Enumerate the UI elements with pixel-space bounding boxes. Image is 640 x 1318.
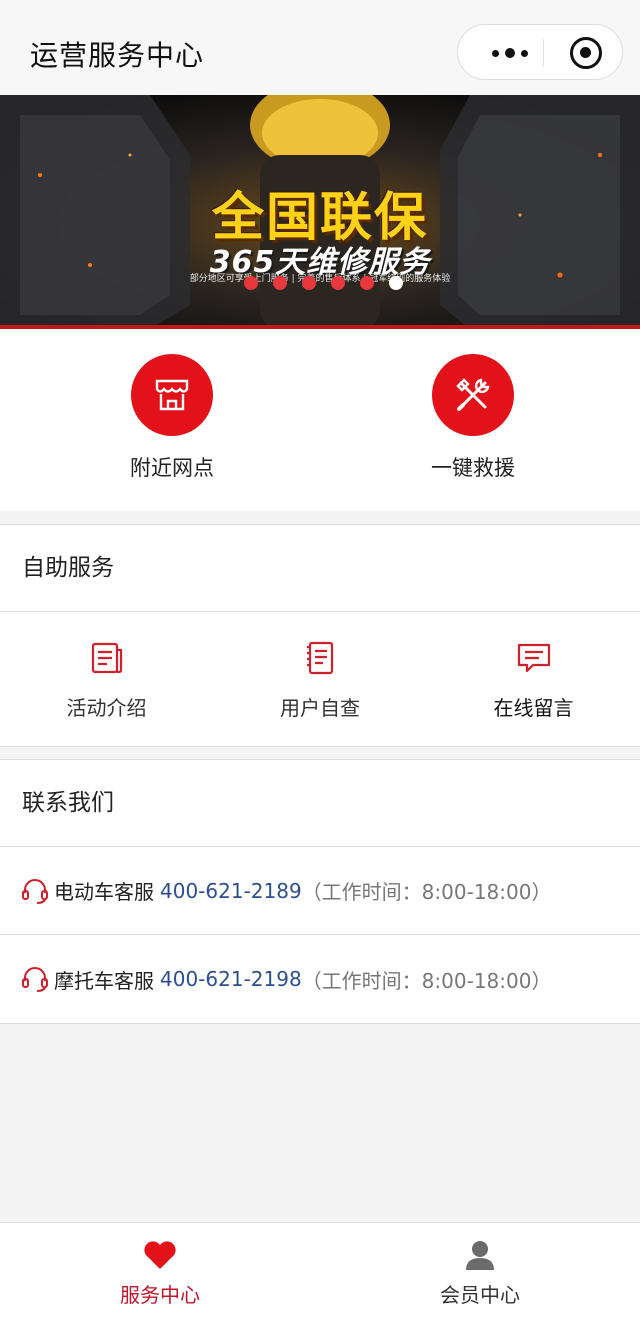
quick-action-label: 附近网点 — [130, 456, 214, 480]
self-service-label: 活动介绍 — [66, 696, 147, 720]
contact-row-motorcycle[interactable]: 摩托车客服 400-621-2198 （工作时间：8:00-18:00） — [0, 935, 640, 1023]
one-key-rescue-button[interactable]: 一键救援 — [403, 354, 543, 482]
page-title: 运营服务中心 — [30, 39, 205, 72]
quick-actions: 附近网点 一键救援 — [0, 329, 640, 511]
target-icon[interactable] — [570, 37, 602, 69]
self-service-card: 自助服务 活动介绍 用户自查 在线留言 — [0, 524, 640, 747]
headset-icon — [22, 878, 48, 904]
heart-icon — [144, 1241, 176, 1269]
more-dots-icon[interactable] — [480, 43, 540, 63]
contact-row-ebike[interactable]: 电动车客服 400-621-2189 （工作时间：8:00-18:00） — [0, 847, 640, 935]
section-title: 自助服务 — [0, 525, 640, 612]
mini-program-capsule — [457, 24, 623, 80]
section-title: 联系我们 — [0, 760, 640, 847]
capsule-divider — [543, 39, 544, 67]
document-icon — [0, 640, 213, 678]
contact-hours: （工作时间：8:00-18:00） — [301, 968, 552, 993]
tab-label: 会员中心 — [440, 1283, 520, 1307]
carousel-dot[interactable] — [244, 276, 258, 290]
contact-card: 联系我们 电动车客服 400-621-2189 （工作时间：8:00-18:00… — [0, 759, 640, 1024]
user-icon — [466, 1241, 494, 1270]
contact-name: 电动车客服 — [54, 880, 154, 904]
tools-icon — [432, 354, 514, 436]
contact-phone-link[interactable]: 400-621-2189 — [160, 879, 302, 903]
tab-label: 服务中心 — [120, 1283, 200, 1307]
checklist-icon — [213, 640, 427, 678]
contact-hours: （工作时间：8:00-18:00） — [301, 880, 552, 904]
tab-service-center[interactable]: 服务中心 — [0, 1223, 320, 1318]
tab-member-center[interactable]: 会员中心 — [320, 1223, 640, 1318]
headset-icon — [22, 967, 48, 992]
carousel-dot[interactable] — [273, 276, 287, 290]
nearby-outlets-button[interactable]: 附近网点 — [102, 354, 242, 482]
contact-name: 摩托车客服 — [54, 968, 154, 993]
contact-phone-link[interactable]: 400-621-2198 — [160, 967, 302, 991]
tab-bar: 服务中心 会员中心 — [0, 1222, 640, 1318]
navigation-bar: 运营服务中心 — [0, 0, 640, 95]
banner-carousel[interactable]: 全国联保 365天维修服务 部分地区可享受上门服务 | 完善的售后体系 | 冠军… — [0, 95, 640, 329]
carousel-dot[interactable] — [360, 276, 374, 290]
carousel-indicators — [244, 276, 403, 290]
quick-action-label: 一键救援 — [431, 456, 515, 480]
carousel-dot[interactable] — [331, 276, 345, 290]
online-message-button[interactable]: 在线留言 — [427, 612, 640, 746]
self-service-label: 在线留言 — [493, 696, 574, 720]
message-icon — [427, 640, 640, 678]
self-service-label: 用户自查 — [280, 696, 360, 720]
carousel-dot[interactable] — [302, 276, 316, 290]
user-self-check-button[interactable]: 用户自查 — [213, 612, 427, 746]
activity-intro-button[interactable]: 活动介绍 — [0, 612, 213, 746]
store-icon — [131, 354, 213, 436]
carousel-dot-active[interactable] — [389, 276, 403, 290]
